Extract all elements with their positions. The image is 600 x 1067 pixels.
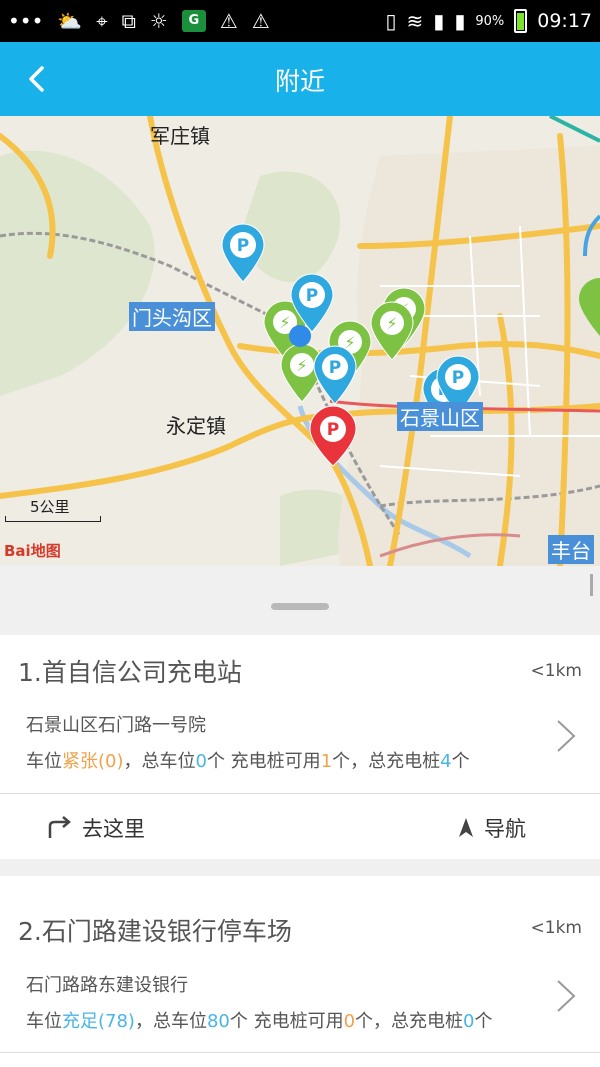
station-address: 石景山区石门路一号院 xyxy=(26,715,206,736)
total-spaces: 80 xyxy=(206,1011,230,1032)
no-sim-icon: ▯ xyxy=(385,9,397,33)
svg-text:P: P xyxy=(327,420,339,440)
scroll-indicator xyxy=(590,574,593,596)
map-label-yongding: 永定镇 xyxy=(166,414,226,438)
station-distance: <1km xyxy=(530,661,582,681)
station-address: 石门路路东建设银行 xyxy=(26,975,188,996)
more-icon: ••• xyxy=(8,9,44,33)
total-spaces: 0 xyxy=(195,751,207,772)
battery-percent: 90% xyxy=(475,13,505,29)
selected-station-marker[interactable]: P xyxy=(309,405,357,467)
warning-icon: ⚠ xyxy=(219,9,238,33)
station-title: 2.石门路建设银行停车场 xyxy=(18,917,292,946)
total-chargers: 4 xyxy=(440,751,452,772)
station-card[interactable]: 2.石门路建设银行停车场 <1km 石门路路东建设银行 车位充足(78)，总车位… xyxy=(0,876,600,1067)
battery-icon xyxy=(514,9,528,33)
chevron-right-icon[interactable] xyxy=(554,718,578,754)
map-label-junzhuang: 军庄镇 xyxy=(150,124,210,148)
svg-text:P: P xyxy=(452,368,464,388)
results-sheet: 1.首自信公司充电站 <1km 石景山区石门路一号院 车位紧张(0)，总车位0个… xyxy=(0,566,600,1067)
map-scale-bar xyxy=(5,516,101,522)
page-title: 附近 xyxy=(274,67,325,96)
gps-icon: ⌖ xyxy=(96,9,108,33)
available-chargers: 0 xyxy=(343,1011,356,1032)
parking-status: 充足(78) xyxy=(62,1011,135,1032)
station-title: 1.首自信公司充电站 xyxy=(18,658,242,687)
screenshot-icon: ⧉ xyxy=(121,9,136,33)
weather-sun-cloud-icon: ☼ xyxy=(149,9,168,33)
divider xyxy=(0,793,600,794)
baidu-map-logo: Bai地图 xyxy=(4,542,61,560)
divider xyxy=(0,1052,600,1053)
map-label-shijingshan: 石景山区 xyxy=(397,402,483,431)
map-label-fengtai: 丰台 xyxy=(548,535,594,564)
drag-handle[interactable] xyxy=(271,603,329,610)
navigation-arrow-icon xyxy=(459,818,473,837)
parking-marker[interactable]: P xyxy=(313,345,357,405)
sim2-icon: ▮ xyxy=(454,9,466,33)
app-green-icon: G xyxy=(181,10,206,32)
map-scale-label: 5公里 xyxy=(30,498,70,516)
svg-text:⚡: ⚡ xyxy=(386,314,397,333)
station-availability: 车位紧张(0)，总车位0个 充电桩可用1个，总充电桩4个 xyxy=(26,751,470,772)
total-chargers: 0 xyxy=(463,1011,475,1032)
station-card[interactable]: 1.首自信公司充电站 <1km 石景山区石门路一号院 车位紧张(0)，总车位0个… xyxy=(0,635,600,859)
wifi-icon: ≋ xyxy=(406,9,424,33)
parking-status: 紧张(0) xyxy=(62,751,124,772)
map-canvas: P ⚡ P ⚡ ⚡ ⚡ ⚡ P xyxy=(0,116,600,566)
available-chargers: 1 xyxy=(320,751,333,772)
svg-text:P: P xyxy=(329,358,341,378)
warning-icon: ⚠ xyxy=(251,9,270,33)
map-view[interactable]: P ⚡ P ⚡ ⚡ ⚡ ⚡ P xyxy=(0,116,600,566)
current-location-dot xyxy=(289,325,311,347)
map-label-mentougou: 门头沟区 xyxy=(129,302,215,331)
parking-marker[interactable]: P xyxy=(221,223,265,283)
clock: 09:17 xyxy=(537,10,592,32)
status-bar: ••• ⛅ ⌖ ⧉ ☼ G ⚠ ⚠ ▯ ≋ ▮ ▮ 90% 09:17 xyxy=(0,0,600,42)
svg-text:⚡: ⚡ xyxy=(279,313,290,332)
title-bar: 附近 xyxy=(0,42,600,116)
go-here-button[interactable]: 去这里 xyxy=(46,813,145,843)
weather-cloud-sun-icon: ⛅ xyxy=(57,9,83,33)
turn-right-icon xyxy=(48,816,71,838)
station-availability: 车位充足(78)，总车位80个 充电桩可用0个，总充电桩0个 xyxy=(26,1011,493,1032)
navigate-button[interactable]: 导航 xyxy=(456,813,526,843)
station-distance: <1km xyxy=(530,918,582,938)
svg-text:⚡: ⚡ xyxy=(296,356,307,375)
chevron-right-icon[interactable] xyxy=(554,978,578,1014)
svg-text:P: P xyxy=(306,286,318,306)
svg-text:P: P xyxy=(237,236,249,256)
sim1-icon: ▮ xyxy=(433,9,445,33)
